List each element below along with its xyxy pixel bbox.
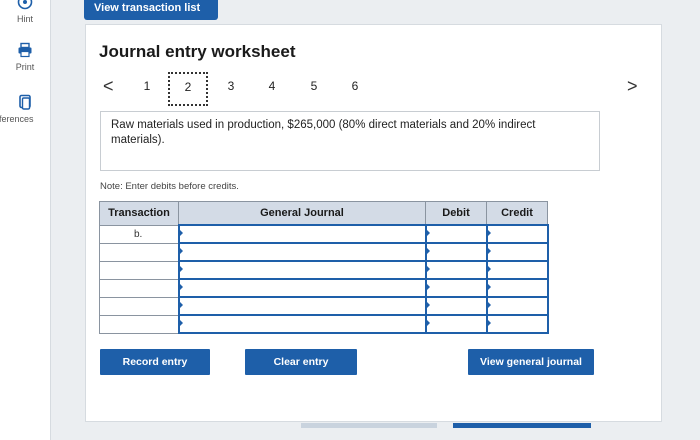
transaction-cell — [99, 278, 179, 298]
scroll-indicator-active — [453, 423, 591, 428]
credit-input[interactable] — [485, 242, 549, 262]
debit-input[interactable] — [424, 242, 488, 262]
sidebar-item-label: Print — [15, 62, 35, 72]
sidebar-item-print[interactable]: Print — [0, 42, 50, 72]
sidebar-item-label: eferences — [0, 114, 34, 124]
hint-icon — [17, 0, 33, 10]
debit-input[interactable] — [424, 260, 488, 280]
sidebar-item-hint[interactable]: Hint — [0, 0, 50, 24]
table-row — [99, 296, 549, 316]
credit-input[interactable] — [485, 260, 549, 280]
debit-input[interactable] — [424, 278, 488, 298]
transaction-cell — [99, 314, 179, 334]
header-debit: Debit — [425, 201, 487, 226]
page-title: Journal entry worksheet — [99, 42, 296, 61]
credit-input[interactable] — [485, 314, 549, 334]
sidebar-item-references[interactable]: eferences — [0, 94, 50, 124]
journal-header-row: Transaction General Journal Debit Credit — [99, 201, 548, 226]
pager-page-1[interactable]: 1 — [127, 76, 167, 104]
table-row: b. — [99, 224, 549, 244]
table-row — [99, 278, 549, 298]
view-transaction-list-tab[interactable]: View transaction list — [84, 0, 218, 20]
credit-input[interactable] — [485, 224, 549, 244]
pager-page-4[interactable]: 4 — [252, 76, 292, 104]
header-credit: Credit — [486, 201, 548, 226]
credit-input[interactable] — [485, 278, 549, 298]
credit-input[interactable] — [485, 296, 549, 316]
entry-pager: < 1 2 3 4 5 6 > — [99, 72, 649, 108]
table-row — [99, 314, 549, 334]
pager-next-button[interactable]: > — [627, 76, 638, 97]
view-general-journal-button[interactable]: View general journal — [468, 349, 594, 375]
pager-page-5[interactable]: 5 — [294, 76, 334, 104]
transaction-description: Raw materials used in production, $265,0… — [100, 111, 600, 171]
record-entry-button[interactable]: Record entry — [100, 349, 210, 375]
header-general-journal: General Journal — [178, 201, 426, 226]
scroll-indicator — [301, 423, 437, 428]
journal-table: Transaction General Journal Debit Credit… — [99, 201, 549, 334]
transaction-cell — [99, 242, 179, 262]
debit-input[interactable] — [424, 296, 488, 316]
transaction-cell: b. — [99, 224, 179, 244]
pager-page-2[interactable]: 2 — [168, 72, 208, 106]
transaction-cell — [99, 296, 179, 316]
account-input[interactable] — [177, 224, 427, 244]
sidebar-item-label: Hint — [16, 14, 33, 24]
clear-entry-button[interactable]: Clear entry — [245, 349, 357, 375]
account-input[interactable] — [177, 242, 427, 262]
debit-input[interactable] — [424, 224, 488, 244]
table-row — [99, 242, 549, 262]
table-row — [99, 260, 549, 280]
entry-note: Note: Enter debits before credits. — [100, 181, 239, 192]
header-transaction: Transaction — [99, 201, 179, 226]
account-input[interactable] — [177, 278, 427, 298]
account-input[interactable] — [177, 296, 427, 316]
references-icon — [19, 94, 31, 110]
pager-prev-button[interactable]: < — [103, 76, 114, 97]
debit-input[interactable] — [424, 314, 488, 334]
pager-page-3[interactable]: 3 — [211, 76, 251, 104]
account-input[interactable] — [177, 260, 427, 280]
account-input[interactable] — [177, 314, 427, 334]
main-panel: View transaction list Journal entry work… — [51, 0, 700, 440]
sidebar: Hint Print eferences — [0, 0, 51, 440]
transaction-cell — [99, 260, 179, 280]
print-icon — [18, 42, 32, 58]
pager-page-6[interactable]: 6 — [335, 76, 375, 104]
